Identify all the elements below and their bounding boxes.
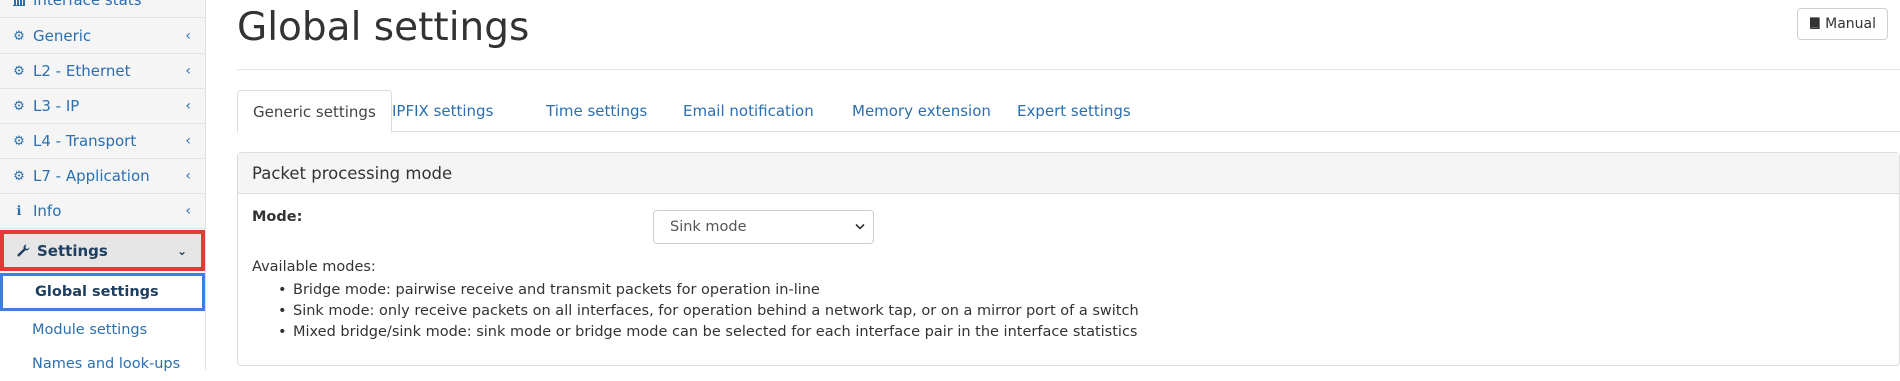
sidebar-item-interface-stats[interactable]: Interface stats: [0, 0, 205, 18]
chevron-left-icon: ‹: [185, 98, 191, 114]
sidebar-subitem-label: Names and look-ups: [32, 355, 181, 372]
divider: [237, 69, 1900, 70]
sidebar-item-l3-ip[interactable]: ⚙ L3 - IP ‹: [0, 89, 205, 124]
tab-bar: Generic settings IPFIX settings Time set…: [237, 90, 1900, 133]
gear-icon: ⚙: [13, 168, 25, 184]
panel-title: Packet processing mode: [238, 153, 1899, 194]
mode-select-value: Sink mode: [670, 219, 747, 235]
gear-icon: ⚙: [13, 28, 25, 44]
packet-processing-panel: Packet processing mode Mode: Sink mode A…: [237, 152, 1900, 366]
sidebar-item-info[interactable]: ℹ Info ‹: [0, 194, 205, 229]
chevron-left-icon: ‹: [185, 203, 191, 219]
tab-label: Generic settings: [253, 102, 376, 121]
bar-chart-icon: [12, 0, 26, 6]
page-title: Global settings: [237, 5, 530, 50]
list-item: Sink mode: only receive packets on all i…: [278, 301, 1139, 322]
gear-icon: ⚙: [13, 133, 25, 149]
info-icon: ℹ: [16, 203, 22, 219]
list-item: Bridge mode: pairwise receive and transm…: [278, 280, 1139, 301]
sidebar-item-label: L2 - Ethernet: [33, 62, 131, 80]
mode-select[interactable]: Sink mode: [653, 210, 874, 244]
tab-email-notification[interactable]: Email notification: [668, 90, 829, 132]
book-icon: [1809, 16, 1820, 32]
tab-label: Email notification: [683, 102, 814, 120]
sidebar-item-label: L7 - Application: [33, 167, 150, 185]
tab-generic-settings[interactable]: Generic settings: [237, 90, 392, 133]
chevron-left-icon: ‹: [185, 133, 191, 149]
sidebar-item-label: Settings: [37, 241, 108, 260]
tab-ipfix-settings[interactable]: IPFIX settings: [377, 90, 508, 132]
sidebar-item-l7-application[interactable]: ⚙ L7 - Application ‹: [0, 159, 205, 194]
chevron-down-icon: ⌄: [176, 243, 187, 258]
list-item: Mixed bridge/sink mode: sink mode or bri…: [278, 322, 1139, 343]
manual-button[interactable]: Manual: [1797, 8, 1888, 40]
sidebar-subitem-names-and-look-ups[interactable]: Names and look-ups: [0, 346, 205, 381]
main-content: Global settings Manual Generic settings …: [237, 0, 1900, 370]
sidebar-item-l4-transport[interactable]: ⚙ L4 - Transport ‹: [0, 124, 205, 159]
sidebar-item-label: Interface stats: [33, 0, 142, 9]
tab-label: Time settings: [546, 102, 648, 120]
mode-label: Mode:: [252, 209, 303, 225]
chevron-left-icon: ‹: [185, 168, 191, 184]
tab-memory-extension[interactable]: Memory extension: [837, 90, 1006, 132]
manual-button-label: Manual: [1825, 16, 1876, 32]
sidebar-subitem-label: Module settings: [32, 321, 148, 338]
modes-list: Bridge mode: pairwise receive and transm…: [278, 280, 1139, 343]
sidebar-subitem-label: Global settings: [35, 284, 159, 300]
sidebar-item-l2-ethernet[interactable]: ⚙ L2 - Ethernet ‹: [0, 54, 205, 89]
tab-label: Expert settings: [1017, 102, 1131, 120]
gear-icon: ⚙: [13, 63, 25, 79]
sidebar: Interface stats ⚙ Generic ‹ ⚙ L2 - Ether…: [0, 0, 206, 381]
sidebar-subitem-module-settings[interactable]: Module settings: [0, 312, 205, 347]
sidebar-item-label: Generic: [33, 27, 92, 45]
tab-expert-settings[interactable]: Expert settings: [1002, 90, 1146, 132]
available-modes-label: Available modes:: [252, 259, 376, 275]
sidebar-item-settings[interactable]: Settings ⌄: [0, 230, 205, 271]
chevron-left-icon: ‹: [185, 63, 191, 79]
chevron-left-icon: ‹: [185, 28, 191, 44]
tab-label: Memory extension: [852, 102, 991, 120]
tab-time-settings[interactable]: Time settings: [531, 90, 662, 132]
gear-icon: ⚙: [13, 98, 25, 114]
sidebar-item-label: L3 - IP: [33, 97, 80, 115]
sidebar-item-label: L4 - Transport: [33, 132, 137, 150]
sidebar-item-generic[interactable]: ⚙ Generic ‹: [0, 19, 205, 54]
tab-label: IPFIX settings: [392, 102, 494, 120]
chevron-down-icon: [855, 221, 865, 234]
sidebar-item-label: Info: [33, 202, 62, 220]
sidebar-subitem-global-settings[interactable]: Global settings: [0, 273, 205, 311]
wrench-icon: [16, 244, 30, 257]
